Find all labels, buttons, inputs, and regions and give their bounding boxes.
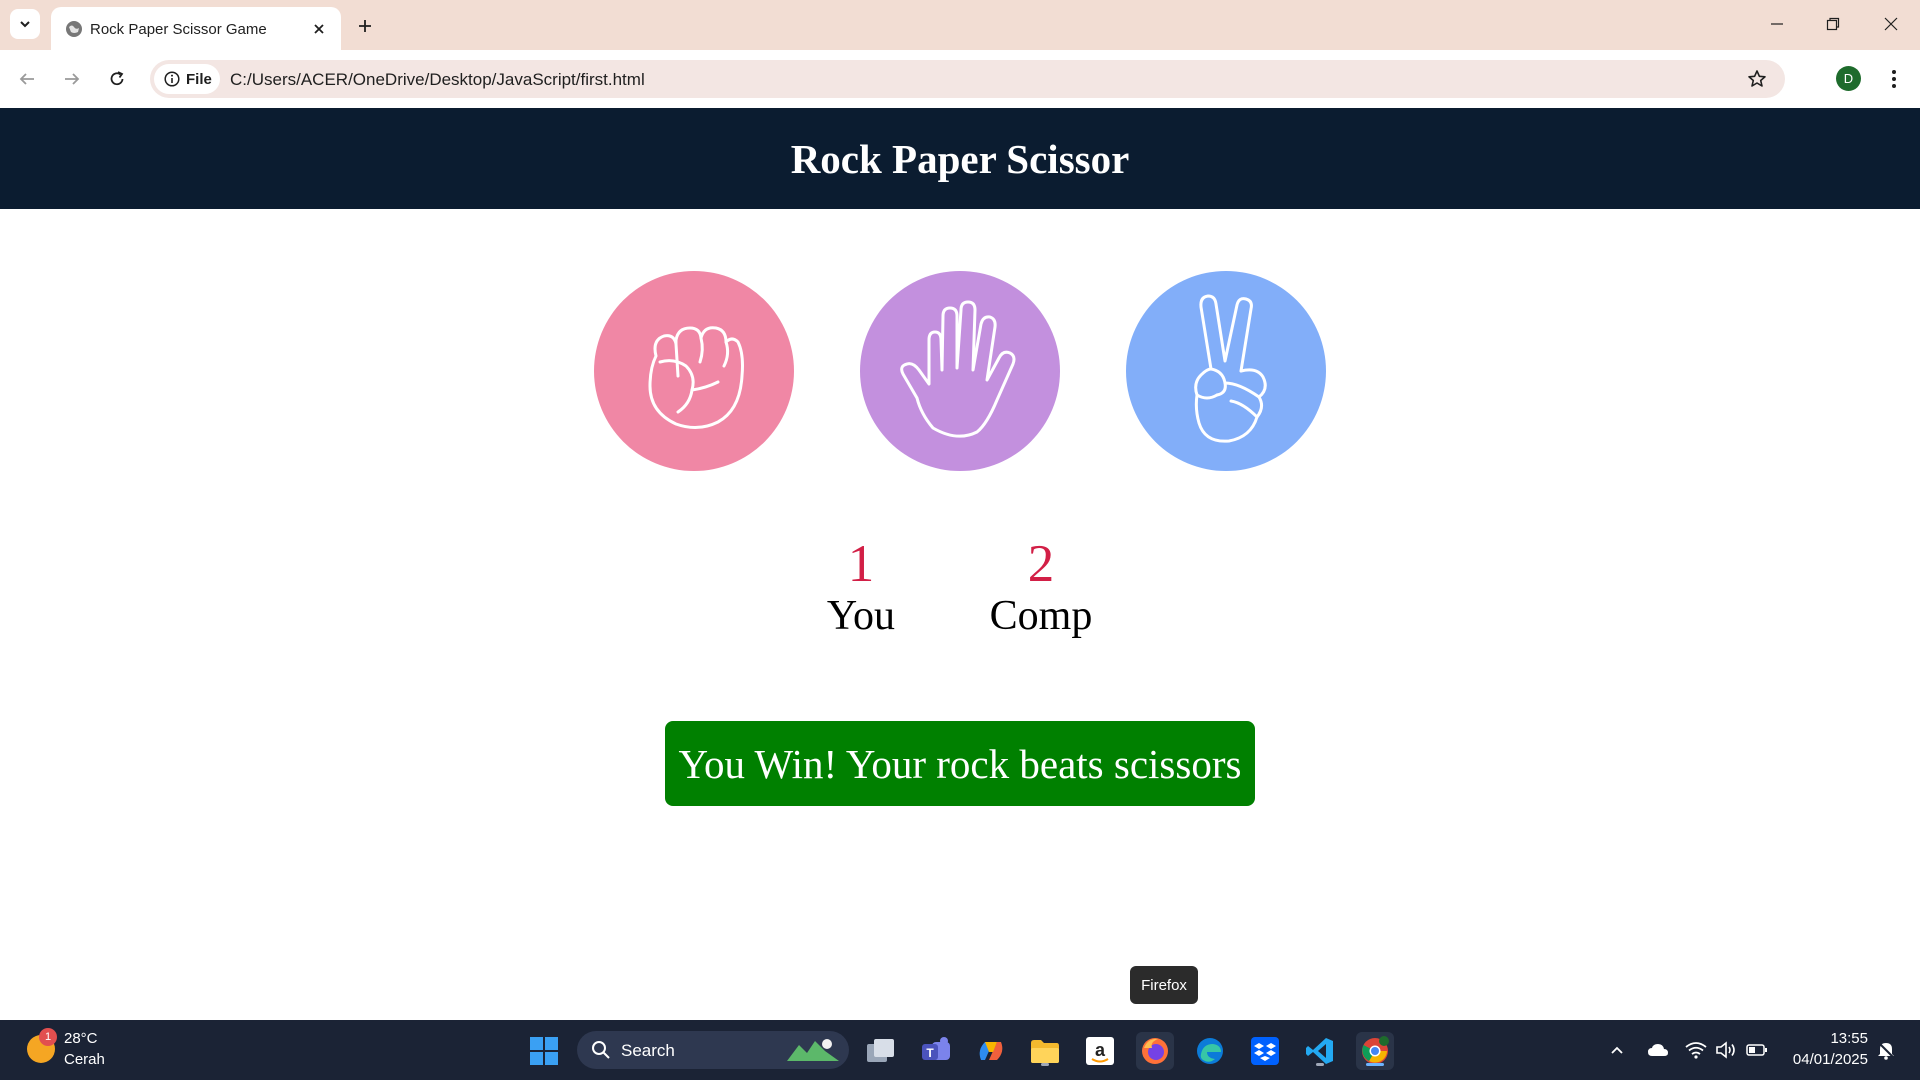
more-vertical-icon (1892, 70, 1896, 88)
cloud-icon (1648, 1044, 1668, 1056)
rock-choice[interactable] (594, 271, 794, 471)
plus-icon (359, 20, 371, 32)
weather-condition: Cerah (64, 1051, 105, 1068)
wifi-icon (1685, 1042, 1707, 1059)
teams-icon: T (922, 1037, 950, 1060)
chevron-down-icon (20, 21, 30, 28)
address-bar[interactable]: File C:/Users/ACER/OneDrive/Desktop/Java… (150, 60, 1785, 98)
chevron-up-icon (1611, 1046, 1623, 1054)
back-button[interactable] (11, 63, 43, 95)
info-icon (164, 71, 180, 87)
active-indicator (1366, 1063, 1384, 1066)
task-view-icon (867, 1039, 894, 1062)
open-hand-icon (900, 300, 1016, 438)
speaker-icon (1716, 1041, 1735, 1059)
svg-text:a: a (1095, 1040, 1106, 1060)
vscode-icon (1306, 1038, 1333, 1064)
close-window-button[interactable] (1873, 8, 1909, 40)
onedrive-button[interactable] (1646, 1038, 1670, 1062)
taskbar-search[interactable]: Search (577, 1031, 849, 1069)
star-icon (1748, 70, 1766, 87)
bookmark-button[interactable] (1743, 65, 1771, 93)
svg-text:T: T (926, 1046, 934, 1060)
paper-choice[interactable] (860, 271, 1060, 471)
url-text[interactable]: C:/Users/ACER/OneDrive/Desktop/JavaScrip… (230, 70, 645, 90)
minimize-button[interactable] (1759, 8, 1795, 40)
running-indicator (1041, 1063, 1049, 1066)
restore-icon (1826, 17, 1840, 31)
edge-icon (1197, 1038, 1223, 1064)
forward-button[interactable] (56, 63, 88, 95)
result-message: You Win! Your rock beats scissors (665, 721, 1255, 806)
peace-hand-icon (1194, 294, 1267, 443)
volume-button[interactable] (1714, 1038, 1738, 1062)
firefox-button[interactable] (1136, 1032, 1174, 1070)
tab-strip: Rock Paper Scissor Game (0, 0, 1920, 50)
firefox-icon (1142, 1038, 1168, 1064)
bell-icon (1877, 1041, 1895, 1060)
scissors-choice[interactable] (1126, 271, 1326, 471)
dropbox-button[interactable] (1246, 1032, 1284, 1070)
site-info-chip[interactable]: File (154, 64, 220, 94)
clock-date: 04/01/2025 (1792, 1051, 1868, 1068)
search-highlight-icon (787, 1039, 839, 1061)
edge-button[interactable] (1191, 1032, 1229, 1070)
clock-time: 13:55 (1830, 1030, 1868, 1047)
taskbar-tooltip: Firefox (1130, 966, 1198, 1004)
comp-score-label: Comp (989, 593, 1093, 639)
copilot-button[interactable] (972, 1032, 1010, 1070)
reload-icon (110, 71, 124, 86)
start-button[interactable] (525, 1032, 563, 1070)
page-header: Rock Paper Scissor (0, 108, 1920, 209)
file-explorer-icon (1031, 1040, 1059, 1063)
reload-button[interactable] (101, 63, 133, 95)
fist-icon (648, 326, 744, 429)
weather-badge: 1 (39, 1028, 57, 1046)
minimize-icon (1771, 23, 1783, 25)
site-chip-label: File (186, 70, 212, 88)
profile-avatar[interactable]: D (1836, 66, 1861, 91)
start-icon (530, 1037, 558, 1065)
battery-button[interactable] (1745, 1038, 1769, 1062)
restore-button[interactable] (1815, 8, 1851, 40)
comp-score: 2 (1027, 535, 1055, 593)
battery-icon (1746, 1044, 1767, 1056)
globe-icon (66, 21, 82, 37)
running-indicator (1316, 1063, 1324, 1066)
copilot-icon (979, 1042, 1003, 1060)
search-label: Search (621, 1041, 675, 1060)
browser-menu-button[interactable] (1880, 63, 1908, 95)
task-view-button[interactable] (862, 1032, 900, 1070)
chrome-icon (1362, 1036, 1389, 1064)
arrow-left-icon (19, 73, 34, 85)
vscode-button[interactable] (1301, 1032, 1339, 1070)
weather-temperature: 28°C (64, 1030, 98, 1047)
wifi-button[interactable] (1684, 1038, 1708, 1062)
dropbox-icon (1251, 1037, 1279, 1065)
page-title: Rock Paper Scissor (790, 135, 1130, 182)
new-tab-button[interactable] (352, 13, 378, 39)
search-icon (592, 1041, 610, 1059)
close-icon (314, 24, 324, 34)
user-score-label: You (826, 593, 896, 639)
notifications-button[interactable] (1874, 1038, 1898, 1062)
user-score: 1 (847, 535, 875, 593)
browser-toolbar: File C:/Users/ACER/OneDrive/Desktop/Java… (0, 50, 1920, 108)
amazon-button[interactable]: a (1081, 1032, 1119, 1070)
amazon-icon: a (1086, 1037, 1114, 1065)
arrow-right-icon (65, 73, 80, 85)
close-icon (1884, 17, 1898, 31)
chrome-button[interactable] (1356, 1032, 1394, 1070)
taskbar: 1 28°C Cerah Search T a 13:55 04/01/2025 (0, 1020, 1920, 1080)
tab-search-button[interactable] (10, 9, 40, 39)
browser-tab[interactable]: Rock Paper Scissor Game (51, 7, 341, 50)
tab-title: Rock Paper Scissor Game (90, 21, 267, 38)
file-explorer-button[interactable] (1026, 1032, 1064, 1070)
tab-close-button[interactable] (308, 18, 330, 40)
teams-button[interactable]: T (917, 1032, 955, 1070)
show-hidden-icons-button[interactable] (1605, 1038, 1629, 1062)
